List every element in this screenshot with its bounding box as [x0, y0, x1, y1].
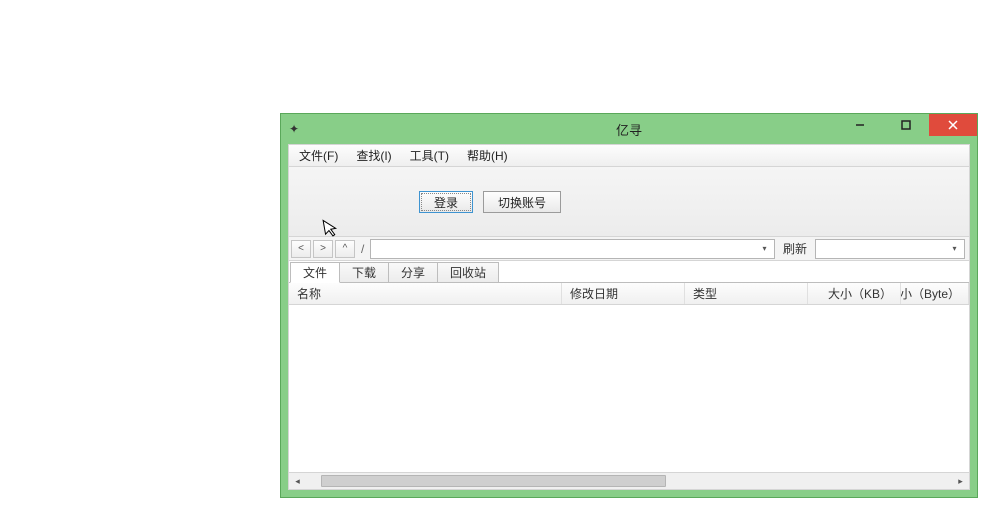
minimize-button[interactable] — [837, 114, 883, 136]
menu-find[interactable]: 查找(I) — [350, 145, 397, 166]
list-body[interactable] — [289, 305, 969, 472]
column-headers: 名称 修改日期 类型 大小（KB） 大小（Byte） — [289, 283, 969, 305]
menubar: 文件(F) 查找(I) 工具(T) 帮助(H) — [289, 145, 969, 167]
maximize-button[interactable] — [883, 114, 929, 136]
window-controls — [837, 114, 977, 144]
login-panel: 登录 切换账号 — [289, 167, 969, 237]
app-window: ✦ 亿寻 文件(F) 查找(I) 工具(T) 帮助(H) 登录 切换账号 < >… — [280, 113, 978, 498]
col-size-byte[interactable]: 大小（Byte） — [901, 283, 969, 304]
tab-downloads[interactable]: 下载 — [339, 262, 389, 282]
titlebar[interactable]: ✦ 亿寻 — [281, 114, 977, 144]
app-icon: ✦ — [287, 122, 301, 136]
nav-back-button[interactable]: < — [291, 240, 311, 258]
col-modified[interactable]: 修改日期 — [562, 283, 685, 304]
tabstrip: 文件 下载 分享 回收站 — [289, 261, 969, 283]
content-frame: 文件(F) 查找(I) 工具(T) 帮助(H) 登录 切换账号 < > ^ / … — [288, 144, 970, 490]
scroll-thumb[interactable] — [321, 475, 666, 487]
chevron-down-icon: ▾ — [947, 241, 962, 257]
tab-recycle[interactable]: 回收站 — [437, 262, 499, 282]
path-separator: / — [357, 242, 368, 256]
menu-help[interactable]: 帮助(H) — [461, 145, 514, 166]
tab-files[interactable]: 文件 — [290, 262, 340, 283]
scroll-left-icon[interactable]: ◂ — [289, 473, 306, 489]
filter-dropdown[interactable]: ▾ — [815, 239, 965, 259]
file-list: 名称 修改日期 类型 大小（KB） 大小（Byte） ◂ ▸ — [289, 283, 969, 489]
nav-forward-button[interactable]: > — [313, 240, 333, 258]
nav-up-button[interactable]: ^ — [335, 240, 355, 258]
refresh-button[interactable]: 刷新 — [777, 240, 813, 257]
path-dropdown[interactable]: ▾ — [370, 239, 775, 259]
menu-file[interactable]: 文件(F) — [293, 145, 344, 166]
switch-account-button[interactable]: 切换账号 — [483, 191, 561, 213]
login-button-group: 登录 切换账号 — [419, 191, 561, 213]
col-size-kb[interactable]: 大小（KB） — [808, 283, 901, 304]
col-type[interactable]: 类型 — [685, 283, 808, 304]
login-button[interactable]: 登录 — [419, 191, 473, 213]
chevron-down-icon: ▾ — [757, 241, 772, 257]
col-name[interactable]: 名称 — [289, 283, 562, 304]
menu-tools[interactable]: 工具(T) — [404, 145, 455, 166]
scroll-right-icon[interactable]: ▸ — [952, 473, 969, 489]
tab-share[interactable]: 分享 — [388, 262, 438, 282]
nav-toolbar: < > ^ / ▾ 刷新 ▾ — [289, 237, 969, 261]
close-button[interactable] — [929, 114, 977, 136]
horizontal-scrollbar[interactable]: ◂ ▸ — [289, 472, 969, 489]
